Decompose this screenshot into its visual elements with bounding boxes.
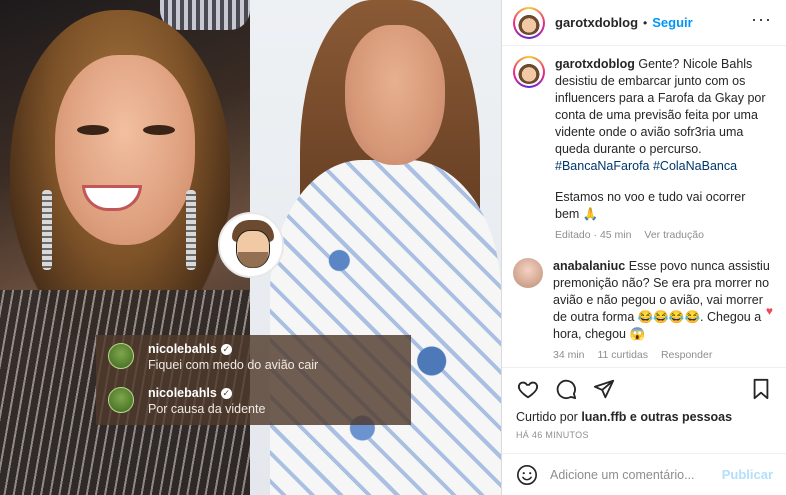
post-photo[interactable]: nicolebahls ✓ Fiquei com medo do avião ca… <box>0 0 501 495</box>
overlay-username: nicolebahls <box>148 386 217 400</box>
avatar <box>108 387 134 413</box>
overlay-username: nicolebahls <box>148 342 217 356</box>
liked-prefix: Curtido por <box>516 410 582 424</box>
cartoon-avatar <box>218 212 284 278</box>
comment-username[interactable]: anabalaniuc <box>553 259 625 273</box>
overlay-comment: nicolebahls ✓ Fiquei com medo do avião ca… <box>108 341 318 372</box>
caption-text: Gente? Nicole Bahls desistiu de embarcar… <box>555 57 766 156</box>
bookmark-icon[interactable] <box>749 377 773 401</box>
caption-text-2: Estamos no voo e tudo vai ocorrer bem 🙏 <box>555 190 746 221</box>
blue-floral-dress <box>270 160 501 495</box>
comments-list[interactable]: garotxdoblog Gente? Nicole Bahls desisti… <box>502 46 786 366</box>
comment-likes[interactable]: 11 curtidas <box>597 349 648 361</box>
sparkly-headpiece <box>160 0 250 30</box>
separator-dot: • <box>643 15 648 30</box>
face <box>55 55 195 245</box>
caption: garotxdoblog Gente? Nicole Bahls desisti… <box>513 56 773 244</box>
likes-summary: Curtido por luan.ffb e outras pessoas <box>516 410 773 424</box>
liked-user-link[interactable]: luan.ffb <box>581 410 626 424</box>
overlay-comment-text: Fiquei com medo do avião cair <box>148 358 319 372</box>
edited-time: Editado · 45 min <box>555 229 632 241</box>
comment-meta: 34 min 11 curtidas Responder <box>553 347 773 364</box>
caption-meta: Editado · 45 min Ver tradução <box>555 227 773 244</box>
post-time: HÁ 46 MINUTOS <box>516 430 589 440</box>
more-options-icon[interactable]: ··· <box>751 10 772 28</box>
caption-hashtags[interactable]: #BancaNaFarofa #ColaNaBanca <box>555 159 737 173</box>
comment-input[interactable] <box>550 467 722 482</box>
caption-username[interactable]: garotxdoblog <box>555 57 635 71</box>
verified-icon: ✓ <box>220 344 232 356</box>
others-link[interactable]: e outras pessoas <box>626 410 732 424</box>
story-comment-overlay: nicolebahls ✓ Fiquei com medo do avião ca… <box>96 335 411 425</box>
eye <box>143 125 175 135</box>
face <box>345 25 445 165</box>
overlay-comment-text: Por causa da vidente <box>148 402 266 416</box>
comment: anabalaniuc Esse povo nunca assistiu pre… <box>513 258 773 364</box>
avatar <box>108 343 134 369</box>
like-comment-heart-icon[interactable]: ♥ <box>766 304 773 318</box>
emoji-icon[interactable] <box>516 464 538 486</box>
earring <box>186 190 196 270</box>
follow-button[interactable]: Seguir <box>652 15 692 30</box>
post-header: garotxdoblog • Seguir ··· <box>502 0 786 46</box>
avatar[interactable] <box>513 56 545 88</box>
heart-icon[interactable] <box>516 377 540 401</box>
verified-icon: ✓ <box>220 388 232 400</box>
reply-link[interactable]: Responder <box>661 349 712 361</box>
comment-icon[interactable] <box>554 377 578 401</box>
overlay-comment: nicolebahls ✓ Por causa da vidente <box>108 385 265 416</box>
earring <box>42 190 52 270</box>
avatar[interactable] <box>513 258 543 288</box>
eye <box>77 125 109 135</box>
see-translation-link[interactable]: Ver tradução <box>644 229 704 241</box>
post-actions: Curtido por luan.ffb e outras pessoas HÁ… <box>502 367 786 440</box>
comment-time: 34 min <box>553 349 585 361</box>
username-link[interactable]: garotxdoblog <box>555 15 638 30</box>
avatar[interactable] <box>513 6 545 39</box>
share-icon[interactable] <box>592 377 616 401</box>
publish-button[interactable]: Publicar <box>722 467 773 482</box>
post-side-panel: garotxdoblog • Seguir ··· garotxdoblog G… <box>501 0 786 495</box>
add-comment-bar: Publicar <box>502 453 786 495</box>
